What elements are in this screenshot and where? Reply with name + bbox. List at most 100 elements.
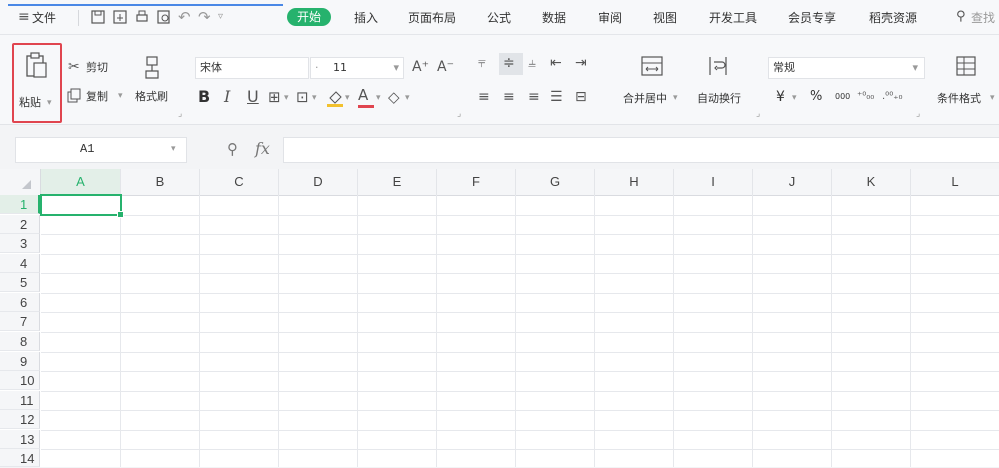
column-header[interactable]: D bbox=[279, 169, 358, 196]
clear-format-dropdown-icon[interactable]: ▾ bbox=[405, 93, 410, 103]
conditional-format-icon[interactable] bbox=[955, 55, 977, 77]
row-header[interactable]: 6 bbox=[0, 293, 40, 312]
customize-quick-access-icon[interactable]: ▿ bbox=[218, 9, 223, 25]
formula-input[interactable] bbox=[283, 137, 999, 163]
column-header[interactable]: A bbox=[41, 169, 121, 197]
currency-dropdown-icon[interactable]: ▾ bbox=[792, 93, 797, 103]
row-header[interactable]: 9 bbox=[0, 352, 40, 371]
fill-color-icon[interactable] bbox=[326, 88, 344, 108]
fill-color-dropdown-icon[interactable]: ▾ bbox=[345, 93, 350, 103]
column-header[interactable]: L bbox=[911, 169, 999, 196]
font-color-icon[interactable]: A bbox=[358, 87, 368, 103]
number-launcher-icon[interactable]: ⌟ bbox=[916, 109, 920, 119]
column-header[interactable]: I bbox=[674, 169, 753, 196]
insert-function-button[interactable]: fx bbox=[255, 139, 270, 158]
decrease-decimal-icon[interactable]: .⁰⁰₊₀ bbox=[882, 89, 902, 105]
file-menu[interactable]: 文件 bbox=[32, 10, 56, 26]
font-name-select[interactable]: 宋体 bbox=[195, 57, 309, 79]
column-header[interactable]: H bbox=[595, 169, 674, 196]
row-header[interactable]: 5 bbox=[0, 273, 40, 292]
row-header[interactable]: 8 bbox=[0, 332, 40, 351]
column-header[interactable]: K bbox=[832, 169, 911, 196]
row-header[interactable]: 1 bbox=[0, 195, 40, 214]
row-header[interactable]: 3 bbox=[0, 234, 40, 253]
alignment-launcher-icon[interactable]: ⌟ bbox=[756, 109, 760, 119]
column-header[interactable]: G bbox=[516, 169, 595, 196]
tab-review[interactable]: 审阅 bbox=[598, 10, 622, 26]
wrap-text-icon[interactable] bbox=[706, 55, 730, 77]
merge-center-icon[interactable] bbox=[640, 55, 664, 77]
search-field[interactable]: 查找 bbox=[971, 10, 999, 26]
decrease-font-icon[interactable]: A⁻ bbox=[437, 59, 454, 75]
row-header[interactable]: 11 bbox=[0, 391, 40, 410]
column-header[interactable]: J bbox=[753, 169, 832, 196]
currency-button[interactable]: ¥ bbox=[776, 90, 785, 104]
underline-icon[interactable]: U bbox=[247, 89, 259, 105]
row-header[interactable]: 12 bbox=[0, 410, 40, 429]
copy-dropdown-icon[interactable]: ▾ bbox=[118, 91, 123, 101]
distributed-align-icon[interactable]: ⊟ bbox=[575, 89, 587, 105]
print-icon[interactable] bbox=[134, 9, 150, 25]
tab-formulas[interactable]: 公式 bbox=[487, 10, 511, 26]
format-painter-icon[interactable] bbox=[143, 55, 165, 81]
name-box-dropdown-icon[interactable]: ▾ bbox=[171, 144, 176, 154]
column-header[interactable]: E bbox=[358, 169, 437, 196]
tab-data[interactable]: 数据 bbox=[542, 10, 566, 26]
row-header[interactable]: 10 bbox=[0, 371, 40, 390]
conditional-format-dropdown-icon[interactable]: ▾ bbox=[990, 93, 995, 103]
number-format-select[interactable]: 常规 ▾ bbox=[768, 57, 925, 79]
justify-icon[interactable]: ☰ bbox=[550, 89, 563, 105]
tab-developer[interactable]: 开发工具 bbox=[709, 10, 757, 26]
conditional-format-button[interactable]: 条件格式 bbox=[937, 92, 981, 106]
merge-dropdown-icon[interactable]: ▾ bbox=[673, 93, 678, 103]
format-painter-button[interactable]: 格式刷 bbox=[135, 90, 168, 104]
row-header[interactable]: 2 bbox=[0, 215, 40, 234]
increase-decimal-icon[interactable]: ⁺⁰₀₀ bbox=[857, 89, 874, 105]
zoom-search-icon[interactable]: ⚲ bbox=[227, 141, 238, 157]
tab-member[interactable]: 会员专享 bbox=[788, 10, 836, 26]
tab-docer-resources[interactable]: 稻壳资源 bbox=[869, 10, 917, 26]
wrap-text-button[interactable]: 自动换行 bbox=[697, 92, 741, 106]
name-box[interactable]: A1 ▾ bbox=[15, 137, 187, 163]
undo-icon[interactable]: ↶ bbox=[178, 9, 191, 25]
cut-button[interactable]: 剪切 bbox=[86, 61, 108, 75]
redo-icon[interactable]: ↷ bbox=[198, 9, 211, 25]
cell-style-icon[interactable]: ⊡ bbox=[296, 89, 309, 105]
row-header[interactable]: 13 bbox=[0, 430, 40, 449]
cell-style-dropdown-icon[interactable]: ▾ bbox=[312, 93, 317, 103]
tab-insert[interactable]: 插入 bbox=[354, 10, 378, 26]
font-size-select[interactable]: · 11 ▾ bbox=[310, 57, 404, 79]
thousands-button[interactable]: 000 bbox=[835, 90, 850, 104]
align-left-icon[interactable]: ≡ bbox=[478, 89, 490, 105]
italic-icon[interactable]: I bbox=[224, 89, 230, 105]
print-preview-icon[interactable] bbox=[156, 9, 172, 25]
copy-icon[interactable] bbox=[66, 88, 82, 104]
bold-icon[interactable]: B bbox=[198, 89, 210, 105]
column-header[interactable]: B bbox=[121, 169, 200, 196]
align-top-icon[interactable]: ⫧ bbox=[478, 55, 486, 71]
increase-indent-icon[interactable]: ⇥ bbox=[575, 55, 587, 71]
align-right-icon[interactable]: ≡ bbox=[528, 89, 540, 105]
spreadsheet-grid[interactable] bbox=[0, 169, 999, 467]
selected-cell-a1[interactable] bbox=[40, 194, 122, 216]
align-center-icon[interactable]: ≡ bbox=[503, 89, 515, 105]
tab-view[interactable]: 视图 bbox=[653, 10, 677, 26]
column-header[interactable]: C bbox=[200, 169, 279, 196]
border-icon[interactable]: ⊞ bbox=[268, 89, 281, 105]
row-header[interactable]: 4 bbox=[0, 254, 40, 273]
search-icon[interactable]: ⚲ bbox=[956, 9, 966, 25]
hamburger-menu-icon[interactable]: ≡ bbox=[18, 9, 30, 25]
paste-button[interactable]: 粘贴 ▾ bbox=[12, 43, 62, 123]
merge-center-button[interactable]: 合并居中 bbox=[623, 92, 667, 106]
row-header[interactable]: 7 bbox=[0, 312, 40, 331]
tab-page-layout[interactable]: 页面布局 bbox=[408, 10, 456, 26]
clipboard-launcher-icon[interactable]: ⌟ bbox=[178, 109, 182, 119]
font-color-dropdown-icon[interactable]: ▾ bbox=[376, 93, 381, 103]
decrease-indent-icon[interactable]: ⇤ bbox=[550, 55, 562, 71]
tab-home[interactable]: 开始 bbox=[287, 8, 332, 26]
border-dropdown-icon[interactable]: ▾ bbox=[284, 93, 289, 103]
percent-button[interactable]: % bbox=[810, 90, 822, 104]
increase-font-icon[interactable]: A⁺ bbox=[412, 59, 429, 75]
row-header[interactable]: 14 bbox=[0, 449, 40, 467]
align-middle-icon[interactable]: ≑ bbox=[503, 55, 515, 71]
